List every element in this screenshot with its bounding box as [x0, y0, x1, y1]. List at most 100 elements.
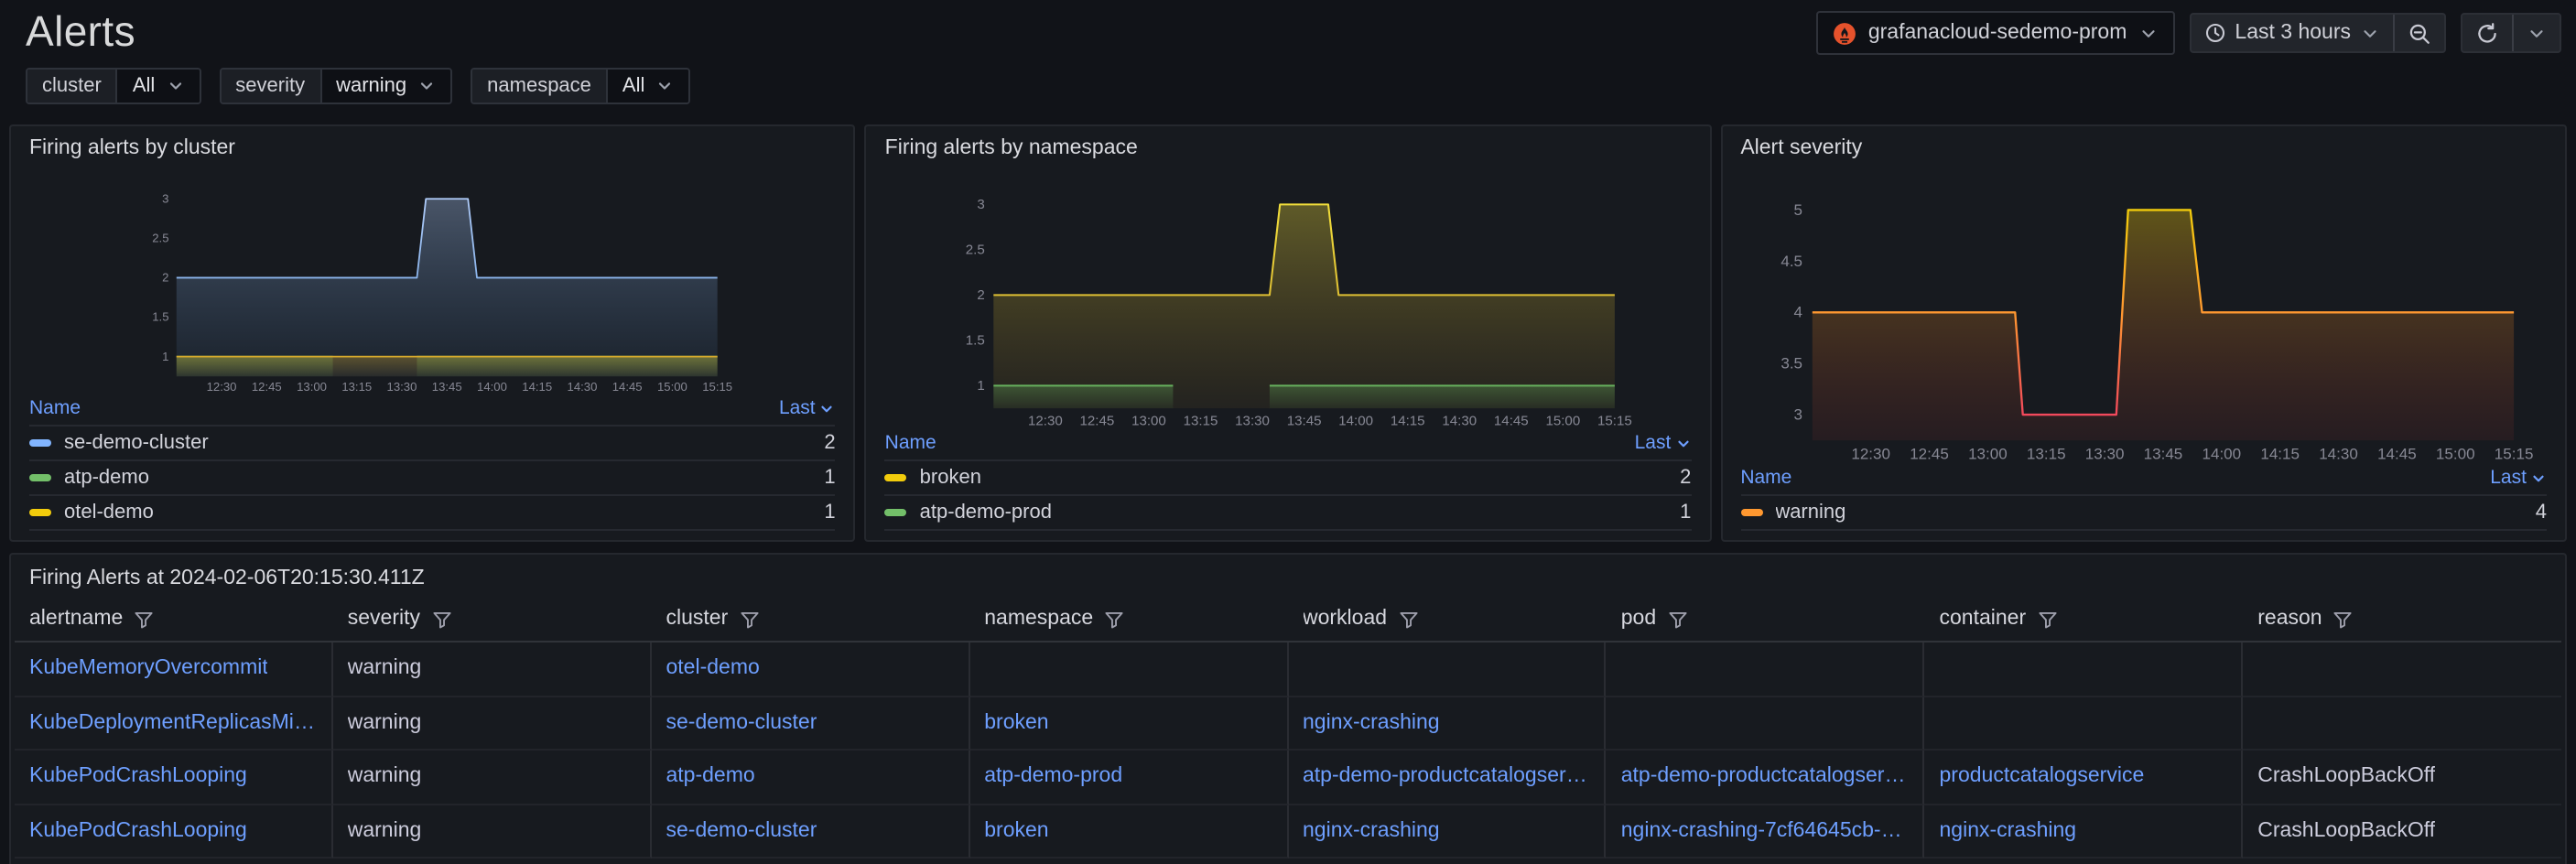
alerts-table: alertname severity cluster namespace workloa… — [11, 597, 2565, 864]
panel-title[interactable]: Alert severity — [1722, 126, 2565, 161]
table-cell[interactable]: broken — [969, 805, 1288, 859]
svg-text:1: 1 — [162, 350, 168, 363]
table-cell[interactable]: atp-demo — [652, 751, 970, 805]
timeseries-chart[interactable]: 11.522.5312:3012:4513:0013:1513:3013:451… — [867, 161, 1710, 430]
svg-text:15:00: 15:00 — [2435, 446, 2474, 463]
svg-text:3.5: 3.5 — [1780, 355, 1802, 373]
table-cell: warning — [333, 697, 652, 751]
refresh-button[interactable] — [2462, 15, 2512, 51]
legend-header: Name Last — [29, 395, 836, 425]
svg-text:1: 1 — [978, 378, 985, 394]
table-cell[interactable]: productcatalogservice — [1925, 751, 2244, 805]
panel-title[interactable]: Firing alerts by cluster — [11, 126, 854, 161]
table-cell[interactable]: se-demo-cluster — [652, 697, 970, 751]
table-row: KubeDeploymentReplicasMisma…warningse-de… — [15, 697, 2561, 751]
panel-firing-alerts-by-namespace: Firing alerts by namespace 11.522.5312:3… — [865, 124, 1712, 542]
filter-funnel-icon[interactable] — [431, 609, 451, 629]
legend-item[interactable]: warning4 — [1740, 494, 2547, 529]
table-cell[interactable]: KubePodCrashLooping — [15, 805, 333, 859]
panel-title[interactable]: Firing Alerts at 2024-02-06T20:15:30.411… — [11, 555, 2565, 597]
svg-text:14:45: 14:45 — [1495, 413, 1530, 428]
filter-funnel-icon[interactable] — [739, 609, 759, 629]
variable-namespace-value[interactable]: All — [606, 70, 688, 103]
variable-severity-value[interactable]: warning — [319, 70, 450, 103]
legend-item[interactable]: otel-demo1 — [29, 494, 836, 529]
variable-severity: severity warning — [219, 68, 452, 104]
filter-funnel-icon[interactable] — [134, 609, 154, 629]
column-header-namespace[interactable]: namespace — [969, 597, 1288, 641]
legend-item[interactable]: atp-demo-prod1 — [885, 494, 1692, 529]
variable-label: severity — [221, 70, 319, 103]
table-cell[interactable]: KubeDeploymentReplicasMisma… — [15, 697, 333, 751]
zoom-out-button[interactable] — [2393, 15, 2444, 51]
column-header-alertname[interactable]: alertname — [15, 597, 333, 641]
variable-cluster-value[interactable]: All — [116, 70, 199, 103]
filter-funnel-icon[interactable] — [1398, 609, 1418, 629]
column-header-label: namespace — [984, 608, 1093, 630]
variable-label: cluster — [27, 70, 116, 103]
sort-chevron-down-icon — [819, 400, 836, 416]
column-header-label: severity — [348, 608, 420, 630]
svg-text:2: 2 — [978, 287, 985, 303]
series-last-value: 2 — [1680, 467, 1691, 489]
table-cell[interactable]: se-demo-cluster — [652, 805, 970, 859]
svg-text:15:00: 15:00 — [657, 380, 687, 394]
timeseries-chart[interactable]: 11.522.5312:3012:4513:0013:1513:3013:451… — [11, 161, 854, 395]
series-name: broken — [920, 467, 1667, 489]
table-cell[interactable]: KubePodCrashLooping — [15, 751, 333, 805]
table-cell[interactable]: KubeMemoryOvercommit — [15, 643, 333, 697]
table-cell[interactable]: atp-demo-productcatalogservice — [1288, 751, 1607, 805]
legend-last-column-header: Last — [2490, 467, 2527, 489]
toolbar: grafanacloud-sedemo-prom Last 3 hours — [1817, 11, 2561, 55]
legend-sort-last[interactable]: Last — [2490, 467, 2547, 489]
time-range-label: Last 3 hours — [2235, 22, 2351, 44]
table-row: KubePodCrashLoopingwarningse-demo-cluste… — [15, 805, 2561, 859]
legend-sort-last[interactable]: Last — [1635, 432, 1692, 454]
timeseries-chart[interactable]: 33.544.5512:3012:4513:0013:1513:3013:451… — [1722, 161, 2565, 465]
column-header-label: pod — [1621, 608, 1656, 630]
table-cell[interactable]: nginx-crashing — [1288, 805, 1607, 859]
column-header-workload[interactable]: workload — [1288, 597, 1607, 641]
table-cell — [1288, 643, 1607, 697]
filter-funnel-icon[interactable] — [1667, 609, 1687, 629]
svg-text:13:15: 13:15 — [341, 380, 372, 394]
legend-item[interactable]: se-demo-cluster2 — [29, 425, 836, 459]
table-cell[interactable]: nginx-crashing — [1288, 697, 1607, 751]
filter-funnel-icon[interactable] — [1104, 609, 1124, 629]
legend-sort-last[interactable]: Last — [779, 397, 836, 419]
panel-firing-alerts-table: Firing Alerts at 2024-02-06T20:15:30.411… — [9, 553, 2567, 864]
chevron-down-icon — [2527, 23, 2547, 43]
table-cell[interactable]: nginx-crashing — [1925, 805, 2244, 859]
legend-item[interactable]: atp-demo1 — [29, 459, 836, 494]
legend-name-column-header[interactable]: Name — [885, 432, 936, 454]
dashboard-header: Alerts grafanacloud-sedemo-prom Last 3 h… — [0, 0, 2576, 55]
table-cell[interactable]: atp-demo-prod — [969, 751, 1288, 805]
column-header-label: cluster — [666, 608, 729, 630]
time-range-picker[interactable]: Last 3 hours — [2191, 15, 2393, 51]
column-header-reason[interactable]: reason — [2243, 597, 2561, 641]
table-cell[interactable]: broken — [969, 697, 1288, 751]
datasource-picker[interactable]: grafanacloud-sedemo-prom — [1817, 11, 2175, 55]
column-header-container[interactable]: container — [1925, 597, 2244, 641]
filter-funnel-icon[interactable] — [2037, 609, 2057, 629]
column-header-severity[interactable]: severity — [333, 597, 652, 641]
table-cell[interactable]: atp-demo-productcatalogservic… — [1607, 751, 1925, 805]
svg-text:14:30: 14:30 — [1443, 413, 1477, 428]
panel-title[interactable]: Firing alerts by namespace — [867, 126, 1710, 161]
column-header-cluster[interactable]: cluster — [652, 597, 970, 641]
series-color-swatch — [29, 439, 51, 447]
table-cell[interactable]: nginx-crashing-7cf64645cb-m4… — [1607, 805, 1925, 859]
table-cell[interactable]: otel-demo — [652, 643, 970, 697]
legend-item[interactable]: broken 2 — [885, 459, 1692, 494]
variable-namespace: namespace All — [471, 68, 690, 104]
refresh-interval-dropdown[interactable] — [2512, 15, 2560, 51]
svg-text:4: 4 — [1793, 304, 1802, 321]
column-header-pod[interactable]: pod — [1607, 597, 1925, 641]
table-cell: CrashLoopBackOff — [2243, 751, 2561, 805]
legend-header: Name Last — [1740, 465, 2547, 494]
series-name: warning — [1775, 502, 2522, 524]
variable-selected-value: All — [133, 75, 155, 97]
filter-funnel-icon[interactable] — [2333, 609, 2354, 629]
legend-name-column-header[interactable]: Name — [29, 397, 81, 419]
legend-name-column-header[interactable]: Name — [1740, 467, 1791, 489]
